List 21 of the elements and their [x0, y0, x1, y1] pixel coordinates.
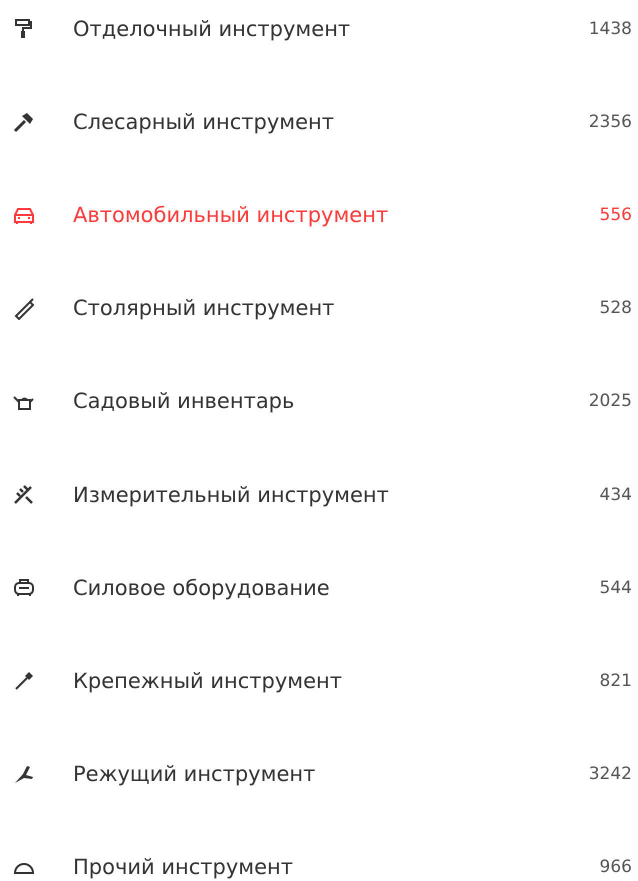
item-count: 2025 [588, 391, 632, 412]
item-count: 966 [600, 857, 632, 878]
item-count: 544 [600, 578, 632, 598]
category-item[interactable]: Прочий инструмент 966 [0, 820, 638, 881]
category-item[interactable]: Режущий инструмент 3242 [0, 728, 638, 821]
category-item[interactable]: Столярный инструмент 528 [0, 262, 638, 355]
category-item[interactable]: Силовое оборудование 544 [0, 541, 638, 634]
item-count: 821 [600, 670, 632, 691]
saw-icon [12, 296, 36, 320]
category-item[interactable]: Автомобильный инструмент 556 [0, 168, 638, 262]
category-item[interactable]: Отделочный инструмент 1438 [0, 0, 638, 76]
category-item[interactable]: Садовый инвентарь 2025 [0, 354, 638, 448]
item-count: 2356 [588, 112, 632, 132]
item-count: 3242 [588, 764, 632, 784]
item-count: 528 [600, 298, 632, 318]
item-count: 434 [600, 484, 632, 505]
category-item[interactable]: Крепежный инструмент 821 [0, 634, 638, 728]
category-item[interactable]: Слесарный инструмент 2356 [0, 75, 638, 168]
item-count: 556 [600, 204, 632, 225]
category-item[interactable]: Измерительный инструмент 434 [0, 448, 638, 542]
item-count: 1438 [588, 18, 632, 39]
